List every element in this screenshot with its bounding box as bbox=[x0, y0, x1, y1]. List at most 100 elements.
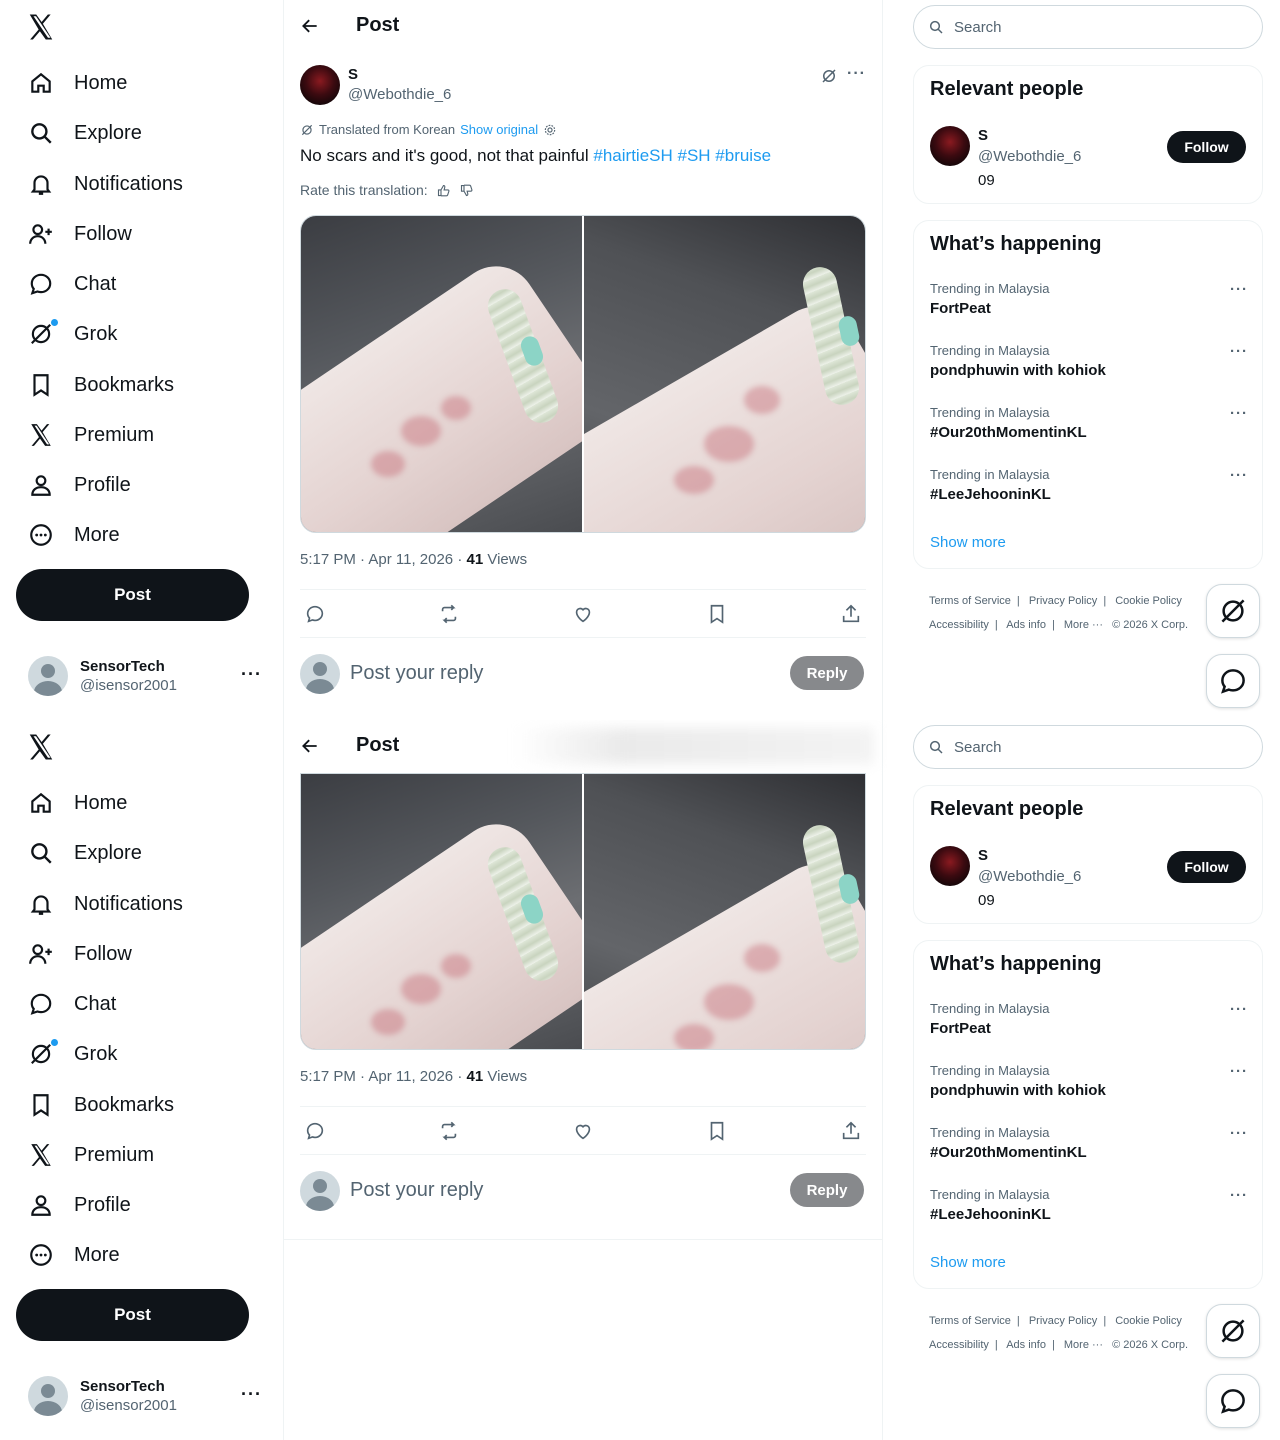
account-switcher[interactable]: SensorTech @isensor2001 ··· bbox=[28, 654, 268, 698]
trend-more-icon[interactable]: ··· bbox=[1230, 1001, 1248, 1018]
nav-item-notifications[interactable]: Notifications bbox=[16, 881, 256, 927]
ads-info-link[interactable]: Ads info bbox=[1006, 619, 1046, 631]
trend-item[interactable]: Trending in Malaysia pondphuwin with kohi… bbox=[930, 1063, 1248, 1113]
privacy-link[interactable]: Privacy Policy bbox=[1029, 1315, 1097, 1327]
media-photo-1[interactable] bbox=[301, 216, 582, 532]
trend-item[interactable]: Trending in Malaysia FortPeat ··· bbox=[930, 1001, 1248, 1051]
thumbs-up-icon[interactable] bbox=[436, 183, 451, 198]
post-button[interactable]: Post bbox=[16, 1289, 249, 1341]
grok-float-button[interactable] bbox=[1206, 1304, 1260, 1358]
repost-icon[interactable] bbox=[438, 1120, 460, 1142]
nav-item-premium[interactable]: Premium bbox=[16, 412, 256, 458]
nav-item-more[interactable]: More bbox=[16, 512, 256, 558]
thumbs-down-icon[interactable] bbox=[459, 183, 474, 198]
x-logo-icon[interactable] bbox=[26, 732, 58, 764]
bookmark-icon[interactable] bbox=[706, 603, 728, 625]
footer-more-link[interactable]: More ··· bbox=[1064, 619, 1103, 631]
account-more-icon[interactable]: ··· bbox=[241, 1384, 262, 1405]
trend-item[interactable]: Trending in Malaysia #LeeJehooninKL ··· bbox=[930, 1187, 1248, 1237]
nav-item-grok[interactable]: Grok bbox=[16, 311, 256, 357]
reply-button[interactable]: Reply bbox=[790, 1173, 864, 1207]
like-icon[interactable] bbox=[572, 1120, 594, 1142]
terms-link[interactable]: Terms of Service bbox=[929, 595, 1011, 607]
trend-item[interactable]: Trending in Malaysia #LeeJehooninKL ··· bbox=[930, 467, 1248, 517]
nav-item-bookmarks[interactable]: Bookmarks bbox=[16, 1082, 256, 1128]
avatar[interactable] bbox=[930, 126, 970, 166]
repost-icon[interactable] bbox=[438, 603, 460, 625]
footer-more-link[interactable]: More ··· bbox=[1064, 1339, 1103, 1351]
grok-icon[interactable] bbox=[820, 67, 838, 85]
nav-item-grok[interactable]: Grok bbox=[16, 1031, 256, 1077]
nav-item-profile[interactable]: Profile bbox=[16, 1182, 256, 1228]
trend-more-icon[interactable]: ··· bbox=[1230, 405, 1248, 422]
nav-item-premium[interactable]: Premium bbox=[16, 1132, 256, 1178]
nav-item-follow[interactable]: Follow bbox=[16, 931, 256, 977]
cookie-link[interactable]: Cookie Policy bbox=[1115, 1315, 1182, 1327]
media-photo-1[interactable] bbox=[301, 774, 582, 1049]
show-more-link[interactable]: Show more bbox=[930, 1254, 1006, 1271]
nav-item-explore[interactable]: Explore bbox=[16, 830, 256, 876]
person-name[interactable]: S bbox=[978, 847, 988, 864]
reply-icon[interactable] bbox=[304, 603, 326, 625]
author-avatar[interactable] bbox=[300, 65, 340, 105]
nav-item-profile[interactable]: Profile bbox=[16, 462, 256, 508]
nav-item-more[interactable]: More bbox=[16, 1232, 256, 1278]
back-arrow-icon[interactable] bbox=[300, 16, 320, 36]
nav-item-home[interactable]: Home bbox=[16, 780, 256, 826]
trend-more-icon[interactable]: ··· bbox=[1230, 1187, 1248, 1204]
post-button[interactable]: Post bbox=[16, 569, 249, 621]
reply-input[interactable]: Post your reply bbox=[350, 662, 483, 685]
nav-item-home[interactable]: Home bbox=[16, 60, 256, 106]
nav-item-notifications[interactable]: Notifications bbox=[16, 161, 256, 207]
gear-icon[interactable] bbox=[543, 123, 557, 137]
tweet-timestamp[interactable]: 5:17 PM · Apr 11, 2026 · bbox=[300, 551, 466, 568]
cookie-link[interactable]: Cookie Policy bbox=[1115, 595, 1182, 607]
trend-more-icon[interactable]: ··· bbox=[1230, 467, 1248, 484]
avatar[interactable] bbox=[930, 846, 970, 886]
person-handle[interactable]: @Webothdie_6 bbox=[978, 868, 1081, 885]
media-photo-2[interactable] bbox=[584, 774, 865, 1049]
privacy-link[interactable]: Privacy Policy bbox=[1029, 595, 1097, 607]
media-photo-2[interactable] bbox=[584, 216, 865, 532]
reply-button[interactable]: Reply bbox=[790, 656, 864, 690]
trend-item[interactable]: Trending in Malaysia #Our20thMomentinKL ··… bbox=[930, 405, 1248, 455]
search-input[interactable]: Search bbox=[913, 725, 1263, 769]
show-more-link[interactable]: Show more bbox=[930, 534, 1006, 551]
nav-item-chat[interactable]: Chat bbox=[16, 261, 256, 307]
share-icon[interactable] bbox=[840, 1120, 862, 1142]
search-input[interactable]: Search bbox=[913, 5, 1263, 49]
nav-item-follow[interactable]: Follow bbox=[16, 211, 256, 257]
tweet-media[interactable] bbox=[300, 215, 866, 533]
trend-item[interactable]: Trending in Malaysia FortPeat ··· bbox=[930, 281, 1248, 331]
like-icon[interactable] bbox=[572, 603, 594, 625]
tweet-timestamp[interactable]: 5:17 PM · Apr 11, 2026 · bbox=[300, 1068, 466, 1085]
show-original-link[interactable]: Show original bbox=[460, 122, 538, 137]
account-more-icon[interactable]: ··· bbox=[241, 664, 262, 685]
tweet-more-icon[interactable]: ··· bbox=[847, 65, 866, 83]
tweet-hashtags[interactable]: #hairtieSH #SH #bruise bbox=[593, 146, 771, 165]
back-arrow-icon[interactable] bbox=[300, 736, 320, 756]
accessibility-link[interactable]: Accessibility bbox=[929, 619, 989, 631]
bookmark-icon[interactable] bbox=[706, 1120, 728, 1142]
chat-float-button[interactable] bbox=[1206, 654, 1260, 708]
trend-item[interactable]: Trending in Malaysia pondphuwin with kohi… bbox=[930, 343, 1248, 393]
trend-more-icon[interactable]: ··· bbox=[1230, 1125, 1248, 1142]
trend-more-icon[interactable]: ··· bbox=[1230, 343, 1248, 360]
accessibility-link[interactable]: Accessibility bbox=[929, 1339, 989, 1351]
account-switcher[interactable]: SensorTech @isensor2001 ··· bbox=[28, 1374, 268, 1418]
chat-float-button[interactable] bbox=[1206, 1374, 1260, 1428]
share-icon[interactable] bbox=[840, 603, 862, 625]
person-handle[interactable]: @Webothdie_6 bbox=[978, 148, 1081, 165]
nav-item-bookmarks[interactable]: Bookmarks bbox=[16, 362, 256, 408]
trend-item[interactable]: Trending in Malaysia #Our20thMomentinKL ··… bbox=[930, 1125, 1248, 1175]
terms-link[interactable]: Terms of Service bbox=[929, 1315, 1011, 1327]
grok-float-button[interactable] bbox=[1206, 584, 1260, 638]
author-name[interactable]: S bbox=[348, 66, 358, 83]
trend-more-icon[interactable]: ··· bbox=[1230, 1063, 1248, 1080]
tweet-media[interactable] bbox=[300, 773, 866, 1050]
trend-more-icon[interactable]: ··· bbox=[1230, 281, 1248, 298]
author-handle[interactable]: @Webothdie_6 bbox=[348, 86, 451, 103]
nav-item-chat[interactable]: Chat bbox=[16, 981, 256, 1027]
reply-icon[interactable] bbox=[304, 1120, 326, 1142]
follow-button[interactable]: Follow bbox=[1167, 851, 1246, 883]
